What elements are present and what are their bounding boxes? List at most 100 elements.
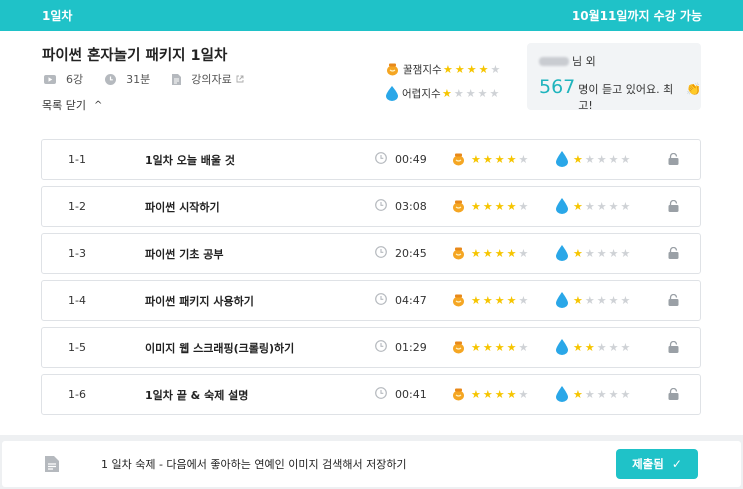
lesson-number: 1-6 xyxy=(68,388,86,401)
star-filled-icon: ★ xyxy=(506,294,517,307)
lesson-duration: 01:29 xyxy=(395,341,427,354)
viewer-count-box: 님 외 567 명이 듣고 있어요. 최고! 👏 xyxy=(527,43,701,112)
star-filled-icon: ★ xyxy=(573,247,583,260)
lesson-row[interactable]: 1-5 이미지 웹 스크래핑(크롤링)하기 01:29 ★ ★ ★ ★ ★ ★ ★ ★ ★ ★ xyxy=(41,327,701,368)
lesson-list: 1-1 1일차 오늘 배울 것 00:49 ★ ★ ★ ★ ★ ★ ★ ★ ★ ★ 1-2 파이썬 시작하기… xyxy=(41,139,701,421)
star-empty-icon: ★ xyxy=(596,153,607,166)
submit-label: 제출됨 xyxy=(632,457,664,471)
clock-icon xyxy=(105,73,117,85)
lesson-row[interactable]: 1-4 파이썬 패키지 사용하기 04:47 ★ ★ ★ ★ ★ ★ ★ ★ ★ ★ xyxy=(41,280,701,321)
viewer-suffix: 님 외 xyxy=(572,55,596,68)
star-filled-icon: ★ xyxy=(573,200,583,213)
lesson-title: 파이썬 시작하기 xyxy=(145,200,220,214)
lesson-honey-stars: ★ ★ ★ ★ ★ xyxy=(471,154,530,165)
star-filled-icon: ★ xyxy=(482,153,493,166)
star-filled-icon: ★ xyxy=(471,341,481,354)
star-empty-icon: ★ xyxy=(596,247,607,260)
submit-button[interactable]: 제출됨 ✓ xyxy=(616,449,698,479)
honey-pot-icon xyxy=(452,293,465,310)
star-filled-icon: ★ xyxy=(482,247,493,260)
star-filled-icon: ★ xyxy=(494,341,505,354)
star-empty-icon: ★ xyxy=(490,62,501,76)
materials-link[interactable]: 강의자료 xyxy=(172,71,253,87)
star-filled-icon: ★ xyxy=(573,388,583,401)
star-empty-icon: ★ xyxy=(608,388,619,401)
lesson-honey-stars: ★ ★ ★ ★ ★ xyxy=(471,295,530,306)
lesson-difficulty-stars: ★ ★ ★ ★ ★ xyxy=(573,342,632,353)
star-empty-icon: ★ xyxy=(608,294,619,307)
star-filled-icon: ★ xyxy=(506,247,517,260)
star-empty-icon: ★ xyxy=(584,294,595,307)
star-filled-icon: ★ xyxy=(471,153,481,166)
unlock-icon[interactable] xyxy=(668,152,679,168)
unlock-icon[interactable] xyxy=(668,340,679,356)
star-filled-icon: ★ xyxy=(506,200,517,213)
star-filled-icon: ★ xyxy=(494,294,505,307)
star-filled-icon: ★ xyxy=(478,62,489,76)
star-empty-icon: ★ xyxy=(620,153,631,166)
star-filled-icon: ★ xyxy=(573,294,583,307)
star-empty-icon: ★ xyxy=(518,153,529,166)
star-filled-icon: ★ xyxy=(506,388,517,401)
water-drop-icon xyxy=(556,386,568,405)
unlock-icon[interactable] xyxy=(668,199,679,215)
difficulty-stars: ★ ★ ★ ★ ★ xyxy=(442,88,501,99)
page-title: 파이썬 혼자놀기 패키지 1일차 xyxy=(42,48,228,64)
lesson-duration: 03:08 xyxy=(395,200,427,213)
star-empty-icon: ★ xyxy=(584,388,595,401)
lesson-difficulty-stars: ★ ★ ★ ★ ★ xyxy=(573,201,632,212)
lesson-title: 1일차 오늘 배울 것 xyxy=(145,153,235,167)
lesson-title: 이미지 웹 스크래핑(크롤링)하기 xyxy=(145,341,295,355)
lesson-difficulty-stars: ★ ★ ★ ★ ★ xyxy=(573,295,632,306)
clock-icon xyxy=(375,199,387,214)
star-empty-icon: ★ xyxy=(620,294,631,307)
star-empty-icon: ★ xyxy=(518,341,529,354)
honey-pot-icon xyxy=(452,199,465,216)
star-filled-icon: ★ xyxy=(506,341,517,354)
star-empty-icon: ★ xyxy=(620,388,631,401)
star-filled-icon: ★ xyxy=(471,388,481,401)
lesson-row[interactable]: 1-2 파이썬 시작하기 03:08 ★ ★ ★ ★ ★ ★ ★ ★ ★ ★ xyxy=(41,186,701,227)
lesson-title: 파이썬 기초 공부 xyxy=(145,247,224,261)
water-drop-icon xyxy=(556,292,568,311)
lesson-duration: 04:47 xyxy=(395,294,427,307)
lesson-row[interactable]: 1-6 1일차 끝 & 숙제 설명 00:41 ★ ★ ★ ★ ★ ★ ★ ★ ★ ★ xyxy=(41,374,701,415)
check-icon: ✓ xyxy=(671,457,682,471)
lesson-number: 1-2 xyxy=(68,200,86,213)
honey-pot-icon xyxy=(452,246,465,263)
lesson-honey-stars: ★ ★ ★ ★ ★ xyxy=(471,389,530,400)
viewer-message: 명이 듣고 있어요. 최고! xyxy=(578,83,674,112)
star-filled-icon: ★ xyxy=(584,341,595,354)
unlock-icon[interactable] xyxy=(668,387,679,403)
rating-indexes: 꿀잼지수 ★ ★ ★ ★ ★ 어렵지수 ★ ★ ★ ★ ★ xyxy=(386,57,502,105)
list-toggle-label: 목록 닫기 xyxy=(42,99,86,112)
star-filled-icon: ★ xyxy=(573,341,583,354)
clock-icon xyxy=(375,293,387,308)
unlock-icon[interactable] xyxy=(668,246,679,262)
list-toggle-button[interactable]: 목록 닫기 ^ xyxy=(42,97,102,113)
star-filled-icon: ★ xyxy=(482,388,493,401)
lesson-number: 1-1 xyxy=(68,153,86,166)
star-empty-icon: ★ xyxy=(518,294,529,307)
lecture-count-text: 6강 xyxy=(66,73,84,86)
honey-pot-icon xyxy=(452,152,465,169)
star-empty-icon: ★ xyxy=(518,200,529,213)
star-filled-icon: ★ xyxy=(471,200,481,213)
honey-pot-icon xyxy=(452,340,465,357)
lesson-number: 1-3 xyxy=(68,247,86,260)
star-filled-icon: ★ xyxy=(443,62,453,76)
star-filled-icon: ★ xyxy=(506,153,517,166)
external-link-icon xyxy=(236,75,244,83)
star-empty-icon: ★ xyxy=(477,86,488,100)
lesson-difficulty-stars: ★ ★ ★ ★ ★ xyxy=(573,248,632,259)
lesson-row[interactable]: 1-1 1일차 오늘 배울 것 00:49 ★ ★ ★ ★ ★ ★ ★ ★ ★ ★ xyxy=(41,139,701,180)
star-empty-icon: ★ xyxy=(518,247,529,260)
unlock-icon[interactable] xyxy=(668,293,679,309)
clapping-hands-icon: 👏 xyxy=(686,82,701,96)
star-empty-icon: ★ xyxy=(584,153,595,166)
star-filled-icon: ★ xyxy=(494,388,505,401)
water-drop-icon xyxy=(556,339,568,358)
lesson-duration: 00:49 xyxy=(395,153,427,166)
day-label: 1일차 xyxy=(42,9,73,23)
lesson-row[interactable]: 1-3 파이썬 기초 공부 20:45 ★ ★ ★ ★ ★ ★ ★ ★ ★ ★ xyxy=(41,233,701,274)
